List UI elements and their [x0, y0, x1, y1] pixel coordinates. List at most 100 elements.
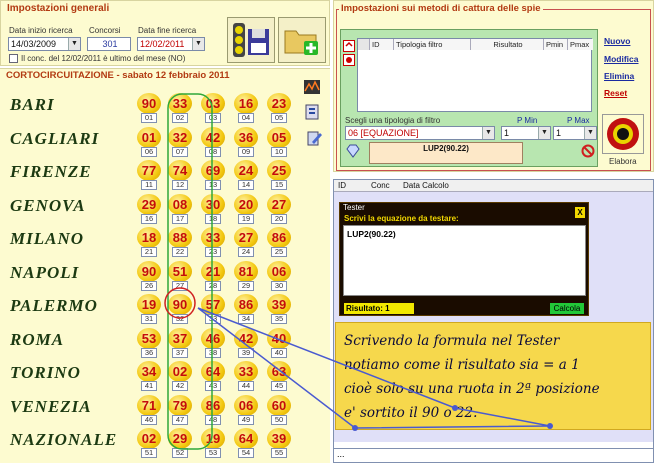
position-index: 51 — [141, 448, 157, 458]
position-index: 36 — [141, 347, 157, 358]
city-napoli: NAPOLI — [10, 262, 80, 282]
edit-link[interactable]: Modifica — [604, 54, 638, 64]
city-genova: GENOVA — [10, 195, 86, 215]
filter-type-value: 06 [EQUAZIONE] — [348, 128, 419, 138]
no-entry-icon[interactable] — [581, 144, 595, 158]
position-index: 20 — [271, 213, 287, 224]
position-index: 01 — [141, 113, 157, 123]
position-index: 54 — [238, 448, 254, 458]
number-ball: 77 — [137, 160, 161, 181]
position-index: 06 — [141, 146, 157, 157]
number-ball: 24 — [234, 160, 258, 181]
annotation-arrows — [197, 307, 553, 431]
tester-prompt: Scrivi la equazione da testare: — [344, 214, 459, 223]
edit-icon[interactable] — [305, 129, 323, 147]
number-ball: 20 — [234, 193, 258, 215]
elabora-label: Elabora — [609, 157, 637, 166]
position-index: 04 — [238, 113, 254, 123]
chevron-down-icon[interactable]: ▼ — [482, 127, 494, 139]
pmax-select[interactable]: 1 ▼ — [553, 126, 597, 140]
start-date-value: 14/03/2009 — [11, 39, 57, 49]
chevron-down-icon[interactable]: ▼ — [68, 38, 80, 50]
position-index: 14 — [238, 180, 254, 190]
city-palermo: PALERMO — [10, 296, 98, 315]
traffic-light-save-icon — [233, 23, 269, 57]
number-ball: 19 — [137, 294, 161, 315]
target-icon — [607, 118, 639, 150]
pmax-label: P Max — [567, 116, 590, 125]
number-ball: 90 — [137, 93, 161, 114]
position-index: 30 — [271, 280, 287, 291]
chevron-down-icon[interactable]: ▼ — [192, 38, 204, 50]
pmin-select[interactable]: 1 ▼ — [501, 126, 551, 140]
number-ball: 16 — [234, 93, 258, 114]
city-venezia: VENEZIA — [10, 396, 92, 416]
number-ball: 27 — [267, 193, 291, 215]
chart-icon[interactable] — [303, 78, 321, 96]
delete-filter-icon[interactable] — [343, 54, 355, 66]
save-button[interactable] — [227, 17, 275, 63]
position-index: 05 — [271, 113, 287, 123]
chevron-down-icon[interactable]: ▼ — [584, 127, 596, 139]
number-ball: 86 — [267, 227, 291, 248]
number-ball: 06 — [267, 260, 291, 282]
end-date-value: 12/02/2011 — [140, 39, 185, 49]
number-ball: 27 — [234, 227, 258, 248]
city-bari: BARI — [10, 95, 55, 114]
position-index: 55 — [271, 448, 287, 458]
city-cagliari: CAGLIARI — [10, 128, 100, 148]
document-icon[interactable] — [303, 103, 321, 121]
filters-table: ID Tipologia filtro Risultato Pmin Pmax — [357, 38, 593, 112]
start-date-select[interactable]: 14/03/2009 ▼ — [8, 37, 81, 51]
close-button[interactable]: X — [575, 207, 585, 218]
filters-area: ID Tipologia filtro Risultato Pmin Pmax … — [340, 29, 598, 167]
formula-input[interactable]: LUP2(90.22) — [343, 225, 586, 296]
number-ball: 05 — [267, 126, 291, 148]
chevron-down-icon[interactable]: ▼ — [538, 127, 550, 139]
position-index: 29 — [238, 280, 254, 291]
position-index: 19 — [238, 213, 254, 224]
end-date-select[interactable]: 12/02/2011 ▼ — [137, 37, 205, 51]
general-settings-panel: Impostazioni generali Data inizio ricerc… — [0, 0, 330, 66]
number-ball: 90 — [137, 260, 161, 282]
number-ball: 34 — [137, 361, 161, 382]
equation-display: LUP2(90.22) — [369, 142, 523, 164]
open-folder-button[interactable] — [278, 17, 326, 63]
conc-col-conc: Conc — [371, 181, 390, 190]
add-filter-icon[interactable] — [343, 40, 355, 52]
diamond-icon[interactable] — [345, 144, 361, 158]
city-torino: TORINO — [10, 363, 81, 382]
concorsi-label: Concorsi — [89, 26, 121, 35]
col-pmin: Pmin — [544, 39, 568, 50]
position-index: 16 — [141, 213, 157, 224]
concorsi-field[interactable]: 301 — [87, 37, 131, 51]
number-ball: 25 — [267, 160, 291, 181]
city-roma: ROMA — [10, 329, 65, 349]
pmax-value: 1 — [556, 128, 562, 138]
number-ball: 23 — [267, 93, 291, 114]
tester-dialog: Tester X Scrivi la equazione da testare:… — [339, 202, 589, 316]
position-index: 46 — [141, 414, 157, 425]
position-index: 25 — [271, 247, 287, 257]
position-index: 41 — [141, 381, 157, 391]
col-pmax: Pmax — [568, 39, 593, 50]
number-ball: 71 — [137, 394, 161, 416]
new-link[interactable]: Nuovo — [604, 36, 630, 46]
city-firenze: FIRENZE — [10, 162, 92, 181]
filter-type-select[interactable]: 06 [EQUAZIONE] ▼ — [345, 126, 495, 140]
pmin-value: 1 — [504, 128, 510, 138]
number-ball: 36 — [234, 126, 258, 148]
elabora-button[interactable] — [602, 114, 644, 154]
corto-title: CORTOCIRCUITAZIONE - sabato 12 febbraio … — [6, 70, 230, 81]
methods-panel: Impostazioni sui metodi di cattura delle… — [333, 0, 654, 172]
filter-type-label: Scegli una tipologia di filtro — [345, 116, 441, 125]
last-of-month-checkbox[interactable] — [9, 54, 18, 63]
methods-title: Impostazioni sui metodi di cattura delle… — [339, 3, 543, 14]
delete-link[interactable]: Elimina — [604, 71, 634, 81]
reset-link[interactable]: Reset — [604, 88, 627, 98]
folder-add-icon — [284, 30, 318, 55]
col-id: ID — [370, 39, 394, 50]
general-settings-title: Impostazioni generali — [7, 3, 110, 14]
pmin-label: P Min — [517, 116, 538, 125]
end-date-label: Data fine ricerca — [138, 26, 197, 35]
